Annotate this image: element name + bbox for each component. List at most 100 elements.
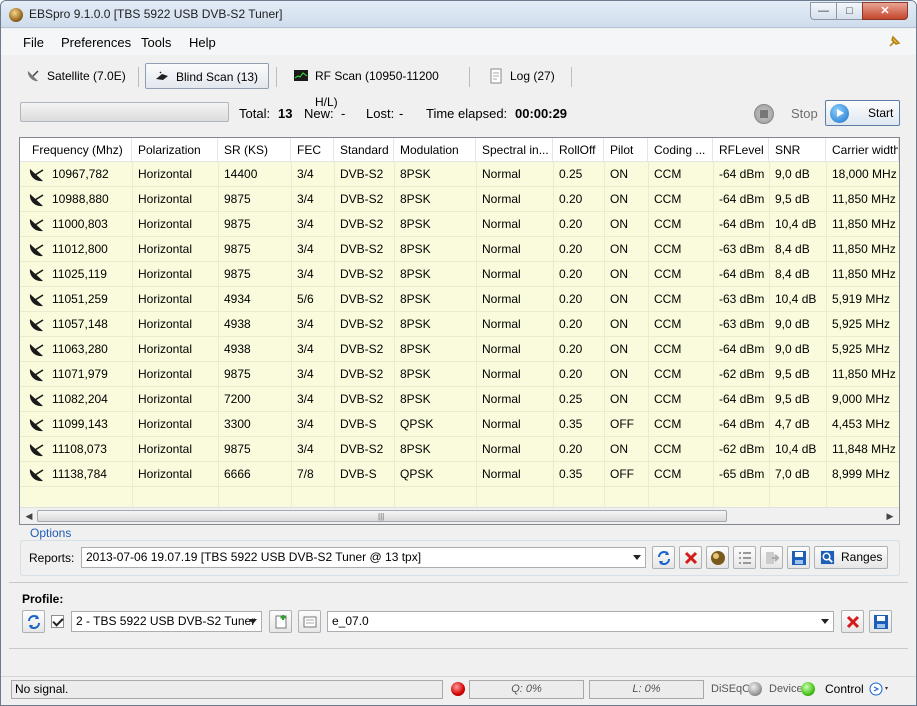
profile-select-value: e_07.0 xyxy=(332,614,369,628)
column-header[interactable]: Modulation xyxy=(394,138,476,162)
dish-icon xyxy=(29,244,44,257)
table-row[interactable]: 11025,119 Horizontal 9875 3/4 DVB-S2 8PSK Norm… xyxy=(20,262,899,287)
total-label: Total: xyxy=(239,106,271,121)
maximize-button[interactable]: □ xyxy=(836,2,863,20)
scroll-right-arrow-icon[interactable]: ▶ xyxy=(883,510,897,523)
options-legend: Options xyxy=(28,526,74,540)
column-header[interactable]: SR (KS) xyxy=(218,138,291,162)
control-label[interactable]: Control xyxy=(825,682,864,696)
save-report-button[interactable] xyxy=(787,546,810,569)
column-header[interactable]: RFLevel xyxy=(713,138,769,162)
profile-enabled-checkbox[interactable] xyxy=(51,615,64,628)
delete-report-button[interactable] xyxy=(679,546,702,569)
scroll-thumb[interactable]: ||| xyxy=(37,510,727,522)
stop-button-label[interactable]: Stop xyxy=(791,106,818,121)
export-button[interactable] xyxy=(760,546,783,569)
table-cell: Horizontal xyxy=(138,192,193,206)
window-title: EBSpro 9.1.0.0 [TBS 5922 USB DVB-S2 Tune… xyxy=(29,7,283,21)
horizontal-scrollbar[interactable]: ◀ ||| ▶ xyxy=(20,507,899,524)
export-icon xyxy=(766,552,780,564)
table-cell: 9,5 dB xyxy=(775,192,810,206)
table-cell: CCM xyxy=(654,467,682,481)
ranges-button-label: Ranges xyxy=(841,550,883,564)
tab-satellite[interactable]: Satellite (7.0E) xyxy=(17,63,131,89)
start-button[interactable]: Start xyxy=(825,100,900,126)
reports-select[interactable]: 2013-07-06 19.07.19 [TBS 5922 USB DVB-S2… xyxy=(81,547,646,568)
minimize-button[interactable]: — xyxy=(810,2,837,20)
table-row[interactable]: 11063,280 Horizontal 4938 3/4 DVB-S2 8PSK Norm… xyxy=(20,337,899,362)
table-cell: 9875 xyxy=(224,192,251,206)
table-row[interactable]: 11138,784 Horizontal 6666 7/8 DVB-S QPSK Norma… xyxy=(20,462,899,487)
table-cell: 0.20 xyxy=(559,292,583,306)
table-cell: 7/8 xyxy=(297,467,314,481)
table-cell: 9,0 dB xyxy=(775,167,810,181)
table-cell: 11108,073 xyxy=(52,442,107,456)
table-cell: Normal xyxy=(482,217,521,231)
table-cell: -62 dBm xyxy=(719,442,765,456)
table-row[interactable]: 10967,782 Horizontal 14400 3/4 DVB-S2 8PSK Nor… xyxy=(20,162,899,187)
dish-icon xyxy=(29,169,44,182)
table-row[interactable]: 11051,259 Horizontal 4934 5/6 DVB-S2 8PSK Norm… xyxy=(20,287,899,312)
table-cell: 11082,204 xyxy=(52,392,108,406)
table-cell: 10,4 dB xyxy=(775,292,817,306)
dish-icon xyxy=(29,369,44,382)
delete-profile-button[interactable] xyxy=(841,610,864,633)
column-header[interactable]: Pilot xyxy=(604,138,648,162)
menu-preferences[interactable]: Preferences xyxy=(61,35,131,50)
tab-log[interactable]: Log (27) xyxy=(480,63,566,89)
tab-blind-scan[interactable]: Blind Scan (13) xyxy=(145,63,269,89)
menu-tools[interactable]: Tools xyxy=(141,35,171,50)
table-row[interactable]: 11057,148 Horizontal 4938 3/4 DVB-S2 8PSK Norm… xyxy=(20,312,899,337)
column-header[interactable]: Standard xyxy=(334,138,394,162)
column-header[interactable]: Spectral in... xyxy=(476,138,553,162)
list-view-button[interactable] xyxy=(733,546,756,569)
edit-profile-button[interactable] xyxy=(298,610,321,633)
table-row[interactable]: 11108,073 Horizontal 9875 3/4 DVB-S2 8PSK Norm… xyxy=(20,437,899,462)
column-header[interactable]: Frequency (Mhz) xyxy=(26,138,132,162)
ranges-button[interactable]: Ranges xyxy=(814,546,888,569)
tuner-select[interactable]: 2 - TBS 5922 USB DVB-S2 Tuner xyxy=(71,611,262,632)
table-cell: QPSK xyxy=(400,467,434,481)
menu-help[interactable]: Help xyxy=(189,35,216,50)
table-row[interactable]: 11012,800 Horizontal 9875 3/4 DVB-S2 8PSK Norm… xyxy=(20,237,899,262)
save-icon xyxy=(792,551,806,565)
stop-icon[interactable] xyxy=(754,104,774,124)
table-cell: DVB-S2 xyxy=(340,392,384,406)
refresh-reports-button[interactable] xyxy=(652,546,675,569)
table-cell: 0.25 xyxy=(559,167,583,181)
table-row[interactable]: 10988,880 Horizontal 9875 3/4 DVB-S2 8PSK Norm… xyxy=(20,187,899,212)
column-header[interactable]: RollOff xyxy=(553,138,604,162)
table-row[interactable]: 11082,204 Horizontal 7200 3/4 DVB-S2 8PSK Norm… xyxy=(20,387,899,412)
column-header[interactable]: SNR xyxy=(769,138,826,162)
close-button[interactable]: ✕ xyxy=(862,2,908,20)
column-header[interactable]: Carrier width xyxy=(826,138,899,162)
table-row[interactable]: 11099,143 Horizontal 3300 3/4 DVB-S QPSK Norma… xyxy=(20,412,899,437)
table-row[interactable]: 11000,803 Horizontal 9875 3/4 DVB-S2 8PSK Norm… xyxy=(20,212,899,237)
profile-select[interactable]: e_07.0 xyxy=(327,611,834,632)
control-dropdown-icon[interactable] xyxy=(868,681,892,697)
menu-file[interactable]: File xyxy=(23,35,44,50)
column-header[interactable]: FEC xyxy=(291,138,334,162)
device-led-icon xyxy=(801,682,815,696)
tab-rf-scan[interactable]: RF Scan (10950-11200 H/L) xyxy=(285,63,463,109)
blind-scan-icon xyxy=(156,71,168,80)
table-row[interactable]: 11071,979 Horizontal 9875 3/4 DVB-S2 8PSK Norm… xyxy=(20,362,899,387)
new-profile-button[interactable] xyxy=(269,610,292,633)
refresh-profile-button[interactable] xyxy=(22,610,45,633)
table-cell: 0.20 xyxy=(559,442,583,456)
table-cell: 3/4 xyxy=(297,417,314,431)
save-icon xyxy=(874,615,888,629)
elapsed-value: 00:00:29 xyxy=(515,106,568,121)
save-profile-button[interactable] xyxy=(869,610,892,633)
diseqc-label: DiSEqC xyxy=(711,683,751,695)
ebs-report-button[interactable] xyxy=(706,546,729,569)
column-header[interactable]: Polarization xyxy=(132,138,218,162)
level-meter: L: 0% xyxy=(589,680,704,699)
scroll-left-arrow-icon[interactable]: ◀ xyxy=(22,510,36,523)
table-cell: CCM xyxy=(654,367,682,381)
column-header[interactable]: Coding ... xyxy=(648,138,713,162)
table-cell: -64 dBm xyxy=(719,217,765,231)
table-cell: 0.20 xyxy=(559,217,583,231)
table-cell: 0.20 xyxy=(559,367,583,381)
pin-icon[interactable] xyxy=(887,35,901,49)
